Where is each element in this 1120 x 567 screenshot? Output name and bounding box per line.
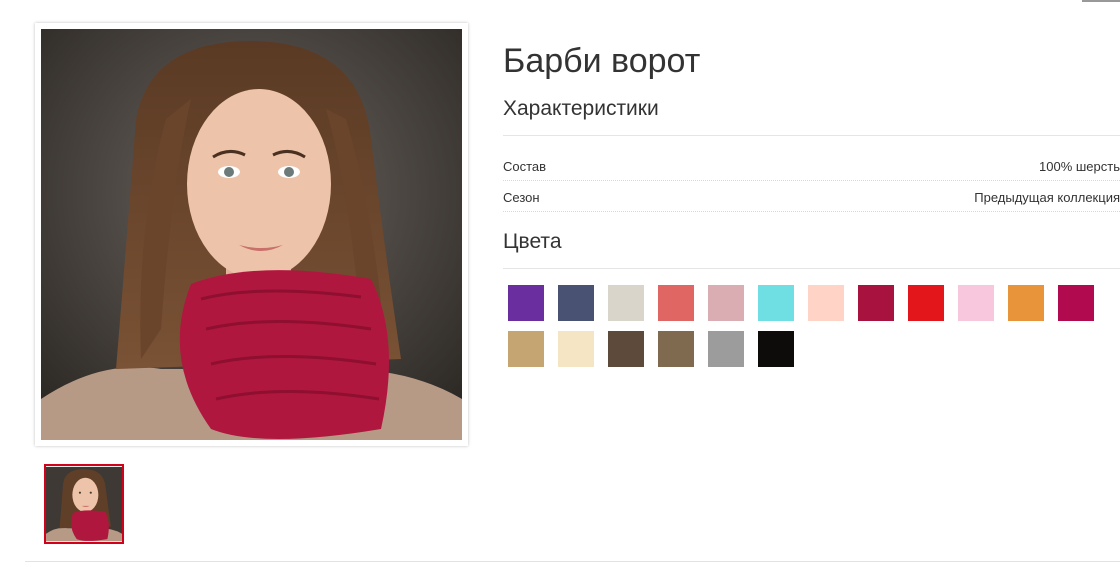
color-swatch[interactable] [808, 285, 844, 321]
color-swatch[interactable] [1008, 285, 1044, 321]
spec-label: Состав [503, 159, 547, 174]
color-swatch[interactable] [658, 285, 694, 321]
color-swatch[interactable] [658, 331, 694, 367]
color-swatch[interactable] [558, 285, 594, 321]
spec-label: Сезон [503, 190, 540, 205]
color-swatch[interactable] [508, 285, 544, 321]
color-swatch[interactable] [958, 285, 994, 321]
color-swatch[interactable] [608, 331, 644, 367]
product-title: Барби ворот [503, 42, 701, 80]
color-swatch[interactable] [558, 331, 594, 367]
divider [503, 135, 1120, 136]
product-thumbnail[interactable] [44, 464, 124, 544]
top-divider [1082, 0, 1120, 2]
colors-heading: Цвета [503, 230, 562, 253]
color-swatch[interactable] [608, 285, 644, 321]
woman-scarf-photo-icon [41, 29, 462, 440]
bottom-divider [25, 561, 1120, 562]
thumbnail-photo-icon [46, 466, 122, 542]
divider [503, 268, 1120, 269]
main-product-photo[interactable] [35, 23, 468, 446]
color-swatch[interactable] [758, 331, 794, 367]
color-swatch[interactable] [1058, 285, 1094, 321]
characteristics-heading: Характеристики [503, 97, 659, 120]
spec-value: 100% шерсть [1039, 159, 1120, 174]
spec-value: Предыдущая коллекция [974, 190, 1120, 205]
color-swatch[interactable] [708, 285, 744, 321]
color-swatch[interactable] [508, 331, 544, 367]
spec-row-season: Сезон Предыдущая коллекция [503, 182, 1120, 212]
spec-row-composition: Состав 100% шерсть [503, 151, 1120, 181]
color-swatch[interactable] [908, 285, 944, 321]
color-swatch[interactable] [708, 331, 744, 367]
color-swatch[interactable] [758, 285, 794, 321]
color-swatch[interactable] [858, 285, 894, 321]
